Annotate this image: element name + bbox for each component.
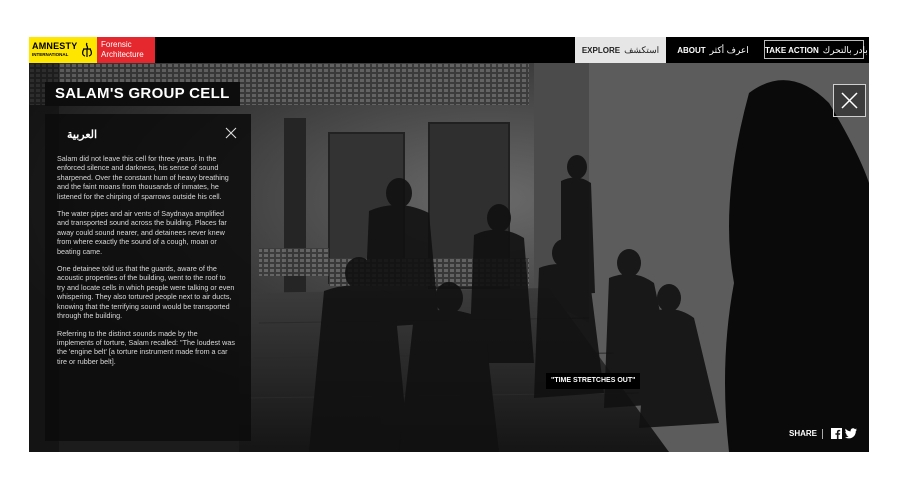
nav-about-en: ABOUT — [677, 46, 706, 55]
share-divider — [822, 428, 824, 439]
scene-title: SALAM'S GROUP CELL — [45, 82, 240, 106]
take-action-en: TAKE ACTION — [765, 46, 819, 55]
amnesty-logo[interactable]: AMNESTY INTERNATIONAL — [29, 37, 97, 63]
language-toggle-arabic[interactable]: العربية — [67, 128, 97, 141]
top-navigation-bar: AMNESTY INTERNATIONAL Forensic Architect… — [29, 37, 869, 63]
story-text-panel[interactable]: العربية Salam did not leave this cell fo… — [45, 114, 251, 441]
story-paragraph: The water pipes and air vents of Saydnay… — [57, 209, 227, 256]
story-text: Salam did not leave this cell for three … — [57, 154, 235, 374]
take-action-ar: بادر بالتحرك — [822, 45, 868, 55]
nav-about[interactable]: ABOUT اعرف أكثر — [666, 37, 760, 63]
take-action-button[interactable]: TAKE ACTION بادر بالتحرك — [764, 40, 868, 59]
fa-logo-line2: Architecture — [101, 50, 144, 59]
candle-icon — [82, 42, 92, 57]
share-bar: SHARE — [789, 427, 858, 441]
story-paragraph: Referring to the distinct sounds made by… — [57, 328, 235, 366]
app-frame: AMNESTY INTERNATIONAL Forensic Architect… — [29, 37, 869, 452]
amnesty-logo-subtext: INTERNATIONAL — [32, 52, 69, 57]
close-panel-icon[interactable] — [225, 127, 237, 139]
fa-logo-line1: Forensic — [101, 40, 132, 49]
share-label: SHARE — [789, 429, 818, 438]
amnesty-logo-text: AMNESTY — [32, 41, 78, 51]
nav-about-ar: اعرف أكثر — [709, 45, 749, 55]
story-paragraph: One detainee told us that the guards, aw… — [57, 264, 235, 321]
nav-explore[interactable]: EXPLORE استكشف — [575, 37, 666, 63]
close-scene-button[interactable] — [833, 84, 866, 117]
story-paragraph: Salam did not leave this cell for three … — [57, 154, 229, 201]
forensic-architecture-logo[interactable]: Forensic Architecture — [97, 37, 155, 63]
nav-explore-ar: استكشف — [624, 45, 660, 55]
scene-caption[interactable]: "TIME STRETCHES OUT" — [546, 373, 641, 389]
close-icon — [841, 92, 858, 109]
facebook-icon[interactable] — [831, 428, 843, 440]
nav-explore-en: EXPLORE — [581, 46, 621, 55]
twitter-icon[interactable] — [845, 428, 858, 439]
